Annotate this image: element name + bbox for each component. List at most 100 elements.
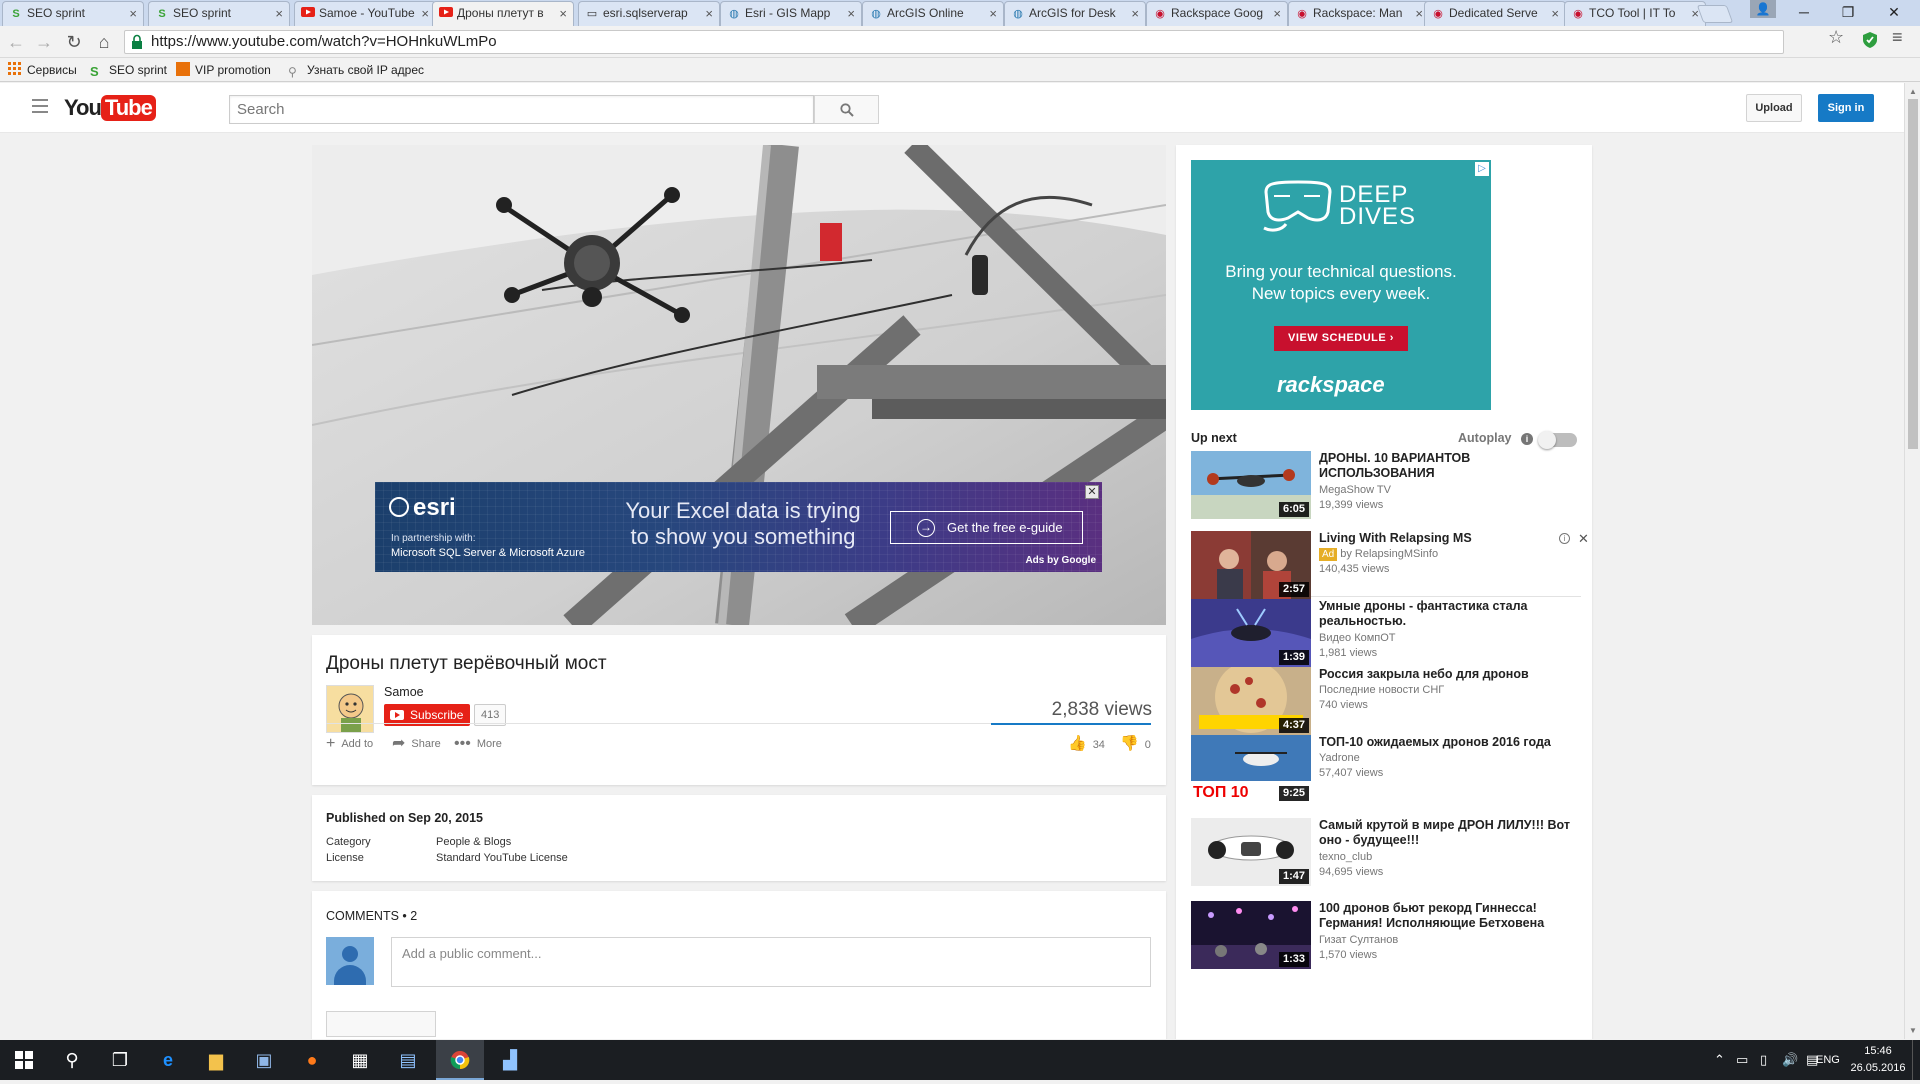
video-thumbnail[interactable]: 1:39: [1191, 599, 1311, 667]
browser-tab[interactable]: ◉ TCO Tool | IT To ×: [1564, 1, 1706, 26]
browser-tab[interactable]: S SEO sprint ×: [2, 1, 144, 26]
tab-close-icon[interactable]: ×: [1551, 2, 1559, 25]
guide-menu-icon[interactable]: [32, 99, 48, 113]
shield-icon[interactable]: [1862, 31, 1878, 49]
scroll-up-icon[interactable]: ▲: [1909, 87, 1917, 96]
address-bar[interactable]: https://www.youtube.com/watch?v=HOHnkuWL…: [124, 30, 1784, 54]
profile-icon[interactable]: 👤: [1750, 0, 1776, 18]
tab-close-icon[interactable]: ×: [421, 2, 429, 25]
chrome-icon[interactable]: [436, 1040, 484, 1080]
channel-avatar[interactable]: [326, 685, 374, 733]
page-scrollbar[interactable]: ▲ ▼: [1904, 83, 1920, 1039]
search-input[interactable]: [230, 96, 813, 123]
calculator-icon[interactable]: ▦: [336, 1040, 384, 1080]
network-app-icon[interactable]: ▣: [240, 1040, 288, 1080]
recommended-video[interactable]: 1:39 Умные дроны - фантастика стала реал…: [1191, 599, 1581, 671]
browser-tab[interactable]: ◍ Esri - GIS Mapp ×: [720, 1, 862, 26]
video-thumbnail[interactable]: 1:47: [1191, 818, 1311, 886]
video-title[interactable]: Самый крутой в мире ДРОН ЛИЛУ!!! Вот оно…: [1319, 818, 1573, 848]
video-thumbnail[interactable]: 1:33: [1191, 901, 1311, 969]
notepad-icon[interactable]: ▟: [486, 1040, 534, 1080]
comment-input[interactable]: Add a public comment...: [391, 937, 1151, 987]
recommended-video[interactable]: 1:33 100 дронов бьют рекорд Гиннесса! Ге…: [1191, 901, 1581, 973]
tab-close-icon[interactable]: ×: [1273, 2, 1281, 25]
network-icon[interactable]: ▭: [1736, 1052, 1748, 1068]
tray-overflow-icon[interactable]: ⌃: [1714, 1052, 1725, 1068]
video-title[interactable]: ТОП-10 ожидаемых дронов 2016 года: [1319, 735, 1573, 750]
browser-tab[interactable]: ◉ Rackspace: Man ×: [1288, 1, 1430, 26]
recommended-video[interactable]: 4:37 Россия закрыла небо для дронов Посл…: [1191, 667, 1581, 739]
recommended-video[interactable]: 6:05 ДРОНЫ. 10 ВАРИАНТОВ ИСПОЛЬЗОВАНИЯ M…: [1191, 451, 1581, 523]
edge-browser-icon[interactable]: e: [144, 1040, 192, 1080]
new-tab-button[interactable]: [1696, 5, 1734, 23]
tab-close-icon[interactable]: ×: [275, 2, 283, 25]
volume-icon[interactable]: 🔊: [1782, 1052, 1798, 1068]
browser-tab[interactable]: ▭ esri.sqlserverap ×: [578, 1, 720, 26]
scrollbar-thumb[interactable]: [1908, 99, 1918, 449]
browser-tab-active[interactable]: Дроны плетут в ×: [432, 1, 574, 26]
ad-close-button[interactable]: ✕: [1085, 485, 1099, 499]
search-taskbar-icon[interactable]: ⚲: [48, 1040, 96, 1080]
recommended-video[interactable]: 1:47 Самый крутой в мире ДРОН ЛИЛУ!!! Во…: [1191, 818, 1581, 890]
video-title[interactable]: Умные дроны - фантастика стала реальност…: [1319, 599, 1573, 629]
remote-desktop-icon[interactable]: ▤: [384, 1040, 432, 1080]
sidebar-ad[interactable]: ▷ DEEP DIVES Bring your technical questi…: [1191, 160, 1491, 410]
overlay-ad[interactable]: esri In partnership with: Microsoft SQL …: [375, 482, 1102, 572]
video-title[interactable]: Россия закрыла небо для дронов: [1319, 667, 1573, 682]
video-thumbnail[interactable]: ТОП 10 9:25: [1191, 735, 1311, 803]
tab-close-icon[interactable]: ×: [847, 2, 855, 25]
search-button[interactable]: [814, 95, 879, 124]
tab-close-icon[interactable]: ×: [129, 2, 137, 25]
sign-in-button[interactable]: Sign in: [1818, 94, 1874, 122]
browser-tab[interactable]: ◍ ArcGIS Online ×: [862, 1, 1004, 26]
browser-menu-icon[interactable]: ≡: [1892, 27, 1903, 48]
category-value[interactable]: People & Blogs: [436, 836, 511, 848]
show-desktop-button[interactable]: [1912, 1040, 1920, 1080]
reload-icon[interactable]: ↻: [62, 30, 86, 54]
battery-icon[interactable]: ▯: [1760, 1052, 1767, 1068]
task-view-icon[interactable]: ❐: [96, 1040, 144, 1080]
ad-cta-button[interactable]: → Get the free e-guide: [890, 511, 1083, 544]
info-icon[interactable]: i: [1559, 533, 1570, 544]
browser-tab[interactable]: ◍ ArcGIS for Desk ×: [1004, 1, 1146, 26]
recommended-video[interactable]: ТОП 10 9:25 ТОП-10 ожидаемых дронов 2016…: [1191, 735, 1581, 807]
system-clock[interactable]: 15:46 26.05.2016: [1850, 1043, 1906, 1077]
browser-tab[interactable]: Samoe - YouTube ×: [294, 1, 436, 26]
view-schedule-button[interactable]: VIEW SCHEDULE ›: [1274, 326, 1408, 351]
bookmark-vip-promotion[interactable]: VIP promotion: [176, 62, 271, 80]
file-explorer-icon[interactable]: ▆: [192, 1040, 240, 1080]
browser-tab[interactable]: S SEO sprint ×: [148, 1, 290, 26]
firefox-icon[interactable]: ●: [288, 1040, 336, 1080]
bookmark-apps[interactable]: Сервисы: [8, 62, 77, 80]
video-player[interactable]: esri In partnership with: Microsoft SQL …: [312, 145, 1166, 625]
comment-sort-dropdown[interactable]: [326, 1011, 436, 1037]
video-thumbnail[interactable]: 4:37: [1191, 667, 1311, 735]
minimize-icon[interactable]: ─: [1782, 0, 1826, 24]
recommended-video-ad[interactable]: 2:57 Living With Relapsing MS i ✕ Ad by R…: [1191, 531, 1589, 603]
ads-by-google-label[interactable]: Ads by Google: [1025, 555, 1096, 566]
video-title[interactable]: Living With Relapsing MS: [1319, 531, 1573, 546]
more-button[interactable]: ••• More: [454, 735, 502, 753]
share-button[interactable]: ➦ Share: [392, 735, 441, 753]
start-button[interactable]: [0, 1040, 48, 1080]
tab-close-icon[interactable]: ×: [705, 2, 713, 25]
tab-close-icon[interactable]: ×: [989, 2, 997, 25]
bookmark-star-icon[interactable]: ☆: [1828, 27, 1844, 48]
back-icon[interactable]: ←: [4, 30, 28, 54]
adchoices-icon[interactable]: ▷: [1475, 162, 1489, 176]
video-thumbnail[interactable]: 6:05: [1191, 451, 1311, 519]
language-indicator[interactable]: ENG: [1816, 1054, 1840, 1066]
tab-close-icon[interactable]: ×: [1131, 2, 1139, 25]
autoplay-toggle[interactable]: [1538, 431, 1577, 449]
tab-close-icon[interactable]: ×: [559, 2, 567, 25]
browser-tab[interactable]: ◉ Rackspace Goog ×: [1146, 1, 1288, 26]
channel-name[interactable]: Samoe: [384, 685, 424, 699]
dislike-button[interactable]: 👎 0: [1120, 735, 1151, 754]
video-title[interactable]: 100 дронов бьют рекорд Гиннесса! Германи…: [1319, 901, 1573, 931]
bookmark-seo-sprint[interactable]: S SEO sprint: [90, 62, 167, 80]
browser-tab[interactable]: ◉ Dedicated Serve ×: [1424, 1, 1566, 26]
like-button[interactable]: 👍 34: [1068, 735, 1105, 754]
video-thumbnail[interactable]: 2:57: [1191, 531, 1311, 599]
home-icon[interactable]: ⌂: [92, 30, 116, 54]
info-icon[interactable]: i: [1521, 433, 1533, 445]
